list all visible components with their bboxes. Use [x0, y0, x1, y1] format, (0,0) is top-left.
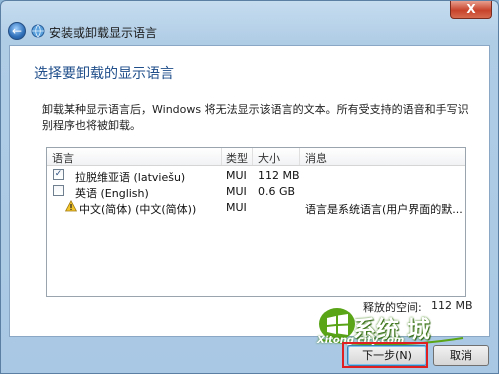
warning-icon: [65, 200, 77, 212]
language-type: MUI: [226, 201, 247, 214]
list-header: 语言 类型 大小 消息: [47, 148, 465, 166]
list-item[interactable]: 中文(简体) (中文(简体)) MUI 语言是系统语言(用户界面的默...: [47, 199, 465, 216]
column-separator: [299, 148, 300, 165]
column-type[interactable]: 类型: [226, 150, 248, 166]
close-button[interactable]: X: [450, 1, 492, 19]
row-checkbox[interactable]: ✓: [53, 169, 64, 180]
language-list: 语言 类型 大小 消息 ✓ 拉脱维亚语 (latviešu) MUI 112 M…: [46, 147, 466, 297]
language-size: 112 MB: [258, 169, 300, 182]
language-name: 中文(简体) (中文(简体)): [79, 203, 197, 216]
column-language[interactable]: 语言: [52, 150, 74, 166]
title-bar: ← 安装或卸载显示语言 X: [1, 1, 498, 41]
language-globe-icon: [31, 24, 45, 38]
language-size: 0.6 GB: [258, 185, 296, 198]
cancel-button[interactable]: 取消: [433, 345, 489, 366]
row-checkbox[interactable]: [53, 185, 64, 196]
list-item[interactable]: ✓ 拉脱维亚语 (latviešu) MUI 112 MB: [47, 167, 465, 184]
dialog-window: ← 安装或卸载显示语言 X 选择要卸载的显示语言 卸载某种显示语言后，Windo…: [0, 0, 499, 374]
column-separator: [221, 148, 222, 165]
highlight-frame: [342, 342, 428, 368]
column-message[interactable]: 消息: [305, 150, 327, 166]
window-title: 安装或卸载显示语言: [49, 26, 158, 40]
language-type: MUI: [226, 169, 247, 182]
page-heading: 选择要卸载的显示语言: [34, 66, 174, 82]
language-type: MUI: [226, 185, 247, 198]
list-item[interactable]: 英语 (English) MUI 0.6 GB: [47, 183, 465, 200]
column-separator: [252, 148, 253, 165]
language-message: 语言是系统语言(用户界面的默...: [305, 203, 463, 216]
page-description: 卸载某种显示语言后，Windows 将无法显示该语言的文本。所有受支持的语音和手…: [42, 103, 469, 132]
column-size[interactable]: 大小: [258, 150, 280, 166]
back-button[interactable]: ←: [8, 22, 26, 40]
